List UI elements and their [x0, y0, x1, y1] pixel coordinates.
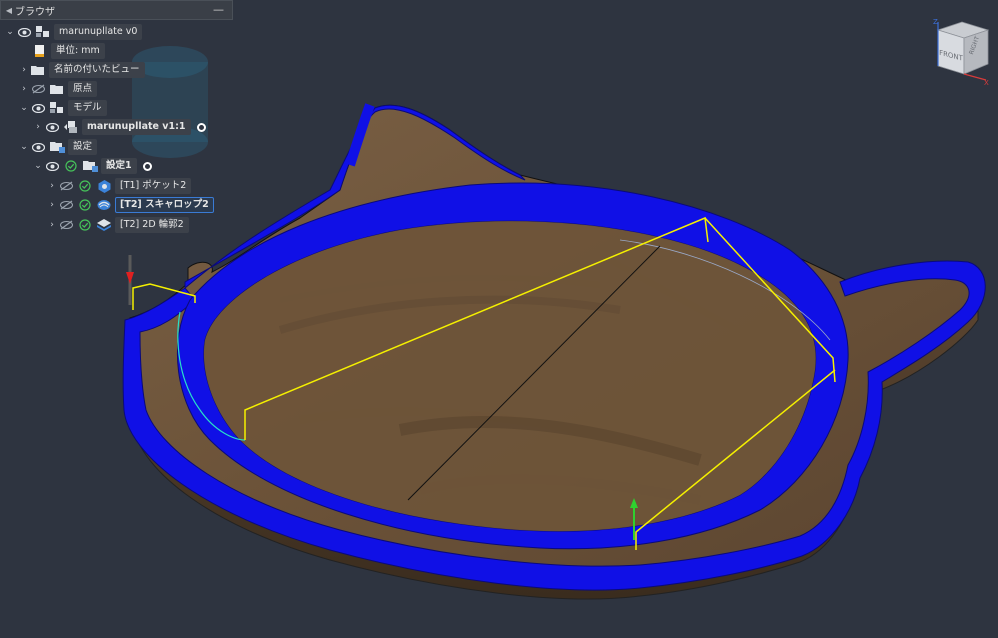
browser-watermark-icon [132, 46, 208, 158]
tree-label-operation-selected: [T2] スキャロップ2 [115, 197, 214, 213]
tree-label-setup1: 設定1 [101, 158, 137, 174]
axis-x-line [963, 73, 987, 81]
tree-item-named-views[interactable]: › 名前の付いたビュー [18, 61, 145, 79]
chevron-right-icon[interactable]: › [18, 84, 30, 94]
tree-label-model-component: marunupllate v1:1 [82, 119, 191, 135]
setup-icon [82, 159, 98, 173]
tree-item-operation[interactable]: › [T2] 2D 輪郭2 [46, 216, 189, 234]
tree-item-root[interactable]: ⌄ marunupllate v0 [4, 23, 143, 41]
chevron-down-icon[interactable]: ⌄ [18, 103, 30, 113]
chevron-down-icon[interactable]: ⌄ [4, 27, 16, 37]
eye-icon[interactable] [30, 140, 46, 154]
eye-hidden-icon[interactable] [30, 82, 46, 96]
minimize-panel-button[interactable]: — [213, 3, 224, 16]
eye-icon[interactable] [30, 101, 46, 115]
tree-label-setups: 設定 [68, 139, 98, 155]
tree-item-model[interactable]: ⌄ モデル [18, 99, 107, 117]
chevron-right-icon[interactable]: › [46, 181, 58, 191]
tree-item-model-component[interactable]: › marunupllate v1:1 [32, 118, 206, 136]
eye-icon[interactable] [44, 159, 60, 173]
check-circle-icon [77, 179, 93, 193]
axis-x-label: X [984, 79, 989, 86]
scallop-operation-icon [96, 198, 112, 212]
axis-z-label: Z [933, 18, 938, 26]
chevron-right-icon[interactable]: › [32, 122, 44, 132]
folder-icon [30, 63, 46, 77]
chevron-down-icon[interactable]: ⌄ [32, 161, 44, 171]
eye-hidden-icon[interactable] [58, 179, 74, 193]
tree-item-units[interactable]: 単位: mm [32, 42, 105, 60]
check-circle-icon [77, 218, 93, 232]
components-icon [49, 101, 65, 115]
view-cube[interactable]: FRONT RIGHT Z X [924, 16, 994, 86]
activate-radio[interactable] [196, 122, 206, 132]
folder-icon [49, 82, 65, 96]
tree-label-operation: [T2] 2D 輪郭2 [115, 217, 189, 233]
browser-header[interactable]: ◀ ブラウザ — [0, 0, 233, 20]
tree-label-model: モデル [68, 100, 107, 116]
tree-label-root: marunupllate v0 [54, 24, 143, 40]
eye-hidden-icon[interactable] [58, 218, 74, 232]
units-document-icon [32, 44, 48, 58]
check-circle-icon [77, 198, 93, 212]
tree-label-origin: 原点 [68, 81, 98, 97]
tree-item-origin[interactable]: › 原点 [18, 80, 98, 98]
pocket-operation-icon [96, 179, 112, 193]
chevron-right-icon[interactable]: › [46, 200, 58, 210]
eye-hidden-icon[interactable] [58, 198, 74, 212]
collapse-panel-icon[interactable]: ◀ [3, 6, 15, 15]
chevron-down-icon[interactable]: ⌄ [18, 142, 30, 152]
eye-icon[interactable] [44, 120, 60, 134]
tree-item-operation[interactable]: › [T1] ポケット2 [46, 177, 192, 195]
activate-radio[interactable] [142, 161, 152, 171]
tree-item-setup1[interactable]: ⌄ 設定1 [32, 157, 152, 175]
chevron-right-icon[interactable]: › [46, 220, 58, 230]
browser-title: ブラウザ [15, 6, 55, 18]
eye-icon[interactable] [16, 25, 32, 39]
tree-label-operation: [T1] ポケット2 [115, 178, 192, 194]
contour-operation-icon [96, 218, 112, 232]
chevron-right-icon[interactable]: › [18, 65, 30, 75]
tree-item-operation-selected[interactable]: › [T2] スキャロップ2 [46, 196, 214, 214]
linked-component-icon [63, 120, 79, 134]
tree-item-setups[interactable]: ⌄ 設定 [18, 138, 98, 156]
tree-label-units: 単位: mm [51, 43, 105, 59]
tree-label-named-views: 名前の付いたビュー [49, 62, 145, 78]
check-circle-icon [63, 159, 79, 173]
setups-folder-icon [49, 140, 65, 154]
document-icon [35, 25, 51, 39]
